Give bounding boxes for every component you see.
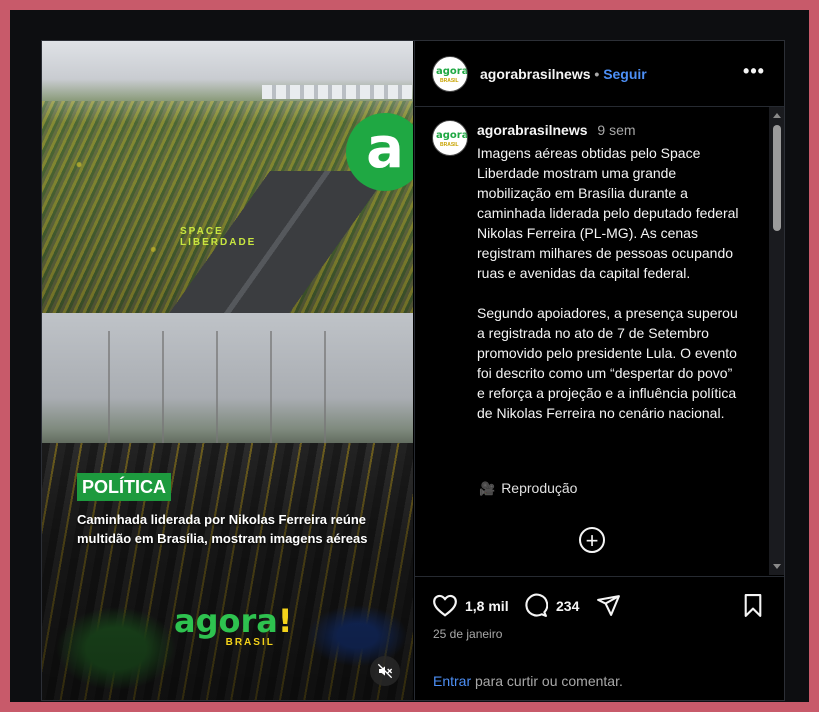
caption-username-row: agorabrasilnews 9 sem bbox=[477, 122, 636, 138]
avatar-sub: BRASIL bbox=[440, 78, 459, 84]
scroll-thumb[interactable] bbox=[773, 125, 781, 231]
scroll-up-arrow[interactable] bbox=[773, 113, 781, 118]
credit-line: 🎥 Reprodução bbox=[479, 479, 577, 498]
caption-text: Imagens aéreas obtidas pelo Space Liberd… bbox=[477, 143, 739, 423]
space-tag-line2: LIBERDADE bbox=[180, 237, 257, 248]
save-button[interactable] bbox=[742, 593, 764, 618]
space-tag-line1: SPACE bbox=[180, 226, 224, 237]
video-camera-icon: 🎥 bbox=[479, 481, 496, 496]
heart-icon bbox=[433, 594, 457, 617]
more-options-button[interactable]: ••• bbox=[742, 61, 766, 83]
paper-plane-icon bbox=[597, 595, 620, 616]
logo-word: agora bbox=[174, 602, 278, 640]
login-link[interactable]: Entrar bbox=[433, 673, 471, 689]
separator-dot: • bbox=[594, 66, 600, 82]
city-skyline bbox=[262, 85, 412, 99]
credit-text: Reprodução bbox=[501, 480, 578, 496]
caption-paragraph-1: Imagens aéreas obtidas pelo Space Liberd… bbox=[477, 145, 739, 281]
post-actions: 1,8 mil 234 25 de janeiro Entrar para cu… bbox=[415, 576, 784, 700]
page-frame: SPACE LIBERDADE a POLÍTICA Caminhada lid… bbox=[10, 10, 809, 702]
speech-bubble-icon bbox=[525, 593, 548, 617]
avatar[interactable]: agora BRASIL bbox=[432, 56, 468, 92]
follow-button[interactable]: Seguir bbox=[603, 66, 647, 82]
caption-time[interactable]: 9 sem bbox=[597, 122, 635, 138]
avatar-sub: BRASIL bbox=[440, 142, 459, 148]
muted-speaker-icon bbox=[377, 663, 393, 679]
more-icon: ••• bbox=[743, 61, 765, 81]
caption-username[interactable]: agorabrasilnews bbox=[477, 122, 588, 138]
post-modal: SPACE LIBERDADE a POLÍTICA Caminhada lid… bbox=[41, 40, 785, 701]
caption-paragraph-2: Segundo apoiadores, a presença superou a… bbox=[477, 305, 738, 421]
space-liberdade-tag: SPACE LIBERDADE bbox=[180, 226, 256, 248]
logo-bang: ! bbox=[277, 602, 293, 640]
comments-count[interactable]: 234 bbox=[556, 598, 579, 614]
post-side-panel: agora BRASIL agorabrasilnews • Seguir ••… bbox=[414, 41, 784, 700]
scroll-down-arrow[interactable] bbox=[773, 564, 781, 569]
comment-button[interactable] bbox=[523, 593, 548, 618]
avatar-word: agora bbox=[436, 130, 468, 141]
login-prompt-text: para curtir ou comentar. bbox=[475, 673, 623, 689]
caption-avatar[interactable]: agora BRASIL bbox=[432, 120, 468, 156]
plus-circle-icon: + bbox=[585, 528, 599, 553]
mute-button[interactable] bbox=[370, 656, 400, 686]
agora-brasil-logo: agora! BRASIL bbox=[174, 604, 292, 648]
comments-area[interactable]: agora BRASIL agorabrasilnews 9 sem Image… bbox=[415, 107, 784, 575]
post-header: agora BRASIL agorabrasilnews • Seguir ••… bbox=[415, 41, 784, 107]
bookmark-icon bbox=[744, 594, 762, 617]
post-media[interactable]: SPACE LIBERDADE a POLÍTICA Caminhada lid… bbox=[42, 41, 413, 700]
likes-count[interactable]: 1,8 mil bbox=[465, 598, 509, 614]
header-username[interactable]: agorabrasilnews bbox=[480, 66, 591, 82]
post-date[interactable]: 25 de janeiro bbox=[433, 627, 502, 641]
category-badge: POLÍTICA bbox=[77, 473, 171, 501]
header-username-row: agorabrasilnews • Seguir bbox=[480, 66, 647, 82]
aerial-photo: SPACE LIBERDADE a bbox=[42, 41, 413, 313]
share-button[interactable] bbox=[596, 593, 621, 618]
load-more-comments-button[interactable]: + bbox=[579, 527, 605, 553]
login-prompt: Entrar para curtir ou comentar. bbox=[433, 673, 623, 689]
media-headline: Caminhada liderada por Nikolas Ferreira … bbox=[77, 512, 368, 546]
like-button[interactable] bbox=[432, 593, 458, 617]
avatar-word: agora bbox=[436, 66, 468, 77]
comments-scrollbar[interactable] bbox=[769, 107, 784, 575]
